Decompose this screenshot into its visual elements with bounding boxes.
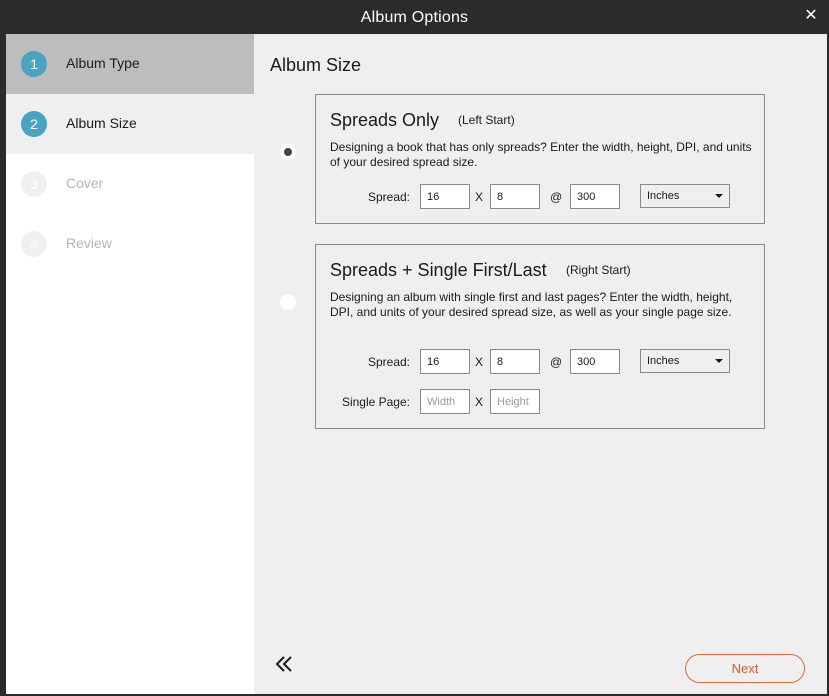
step-number: 3 [21, 171, 47, 197]
step-label: Cover [66, 175, 104, 191]
step-review: 4 Review [6, 214, 254, 274]
option-subtitle: (Left Start) [458, 113, 515, 127]
close-icon[interactable]: ✕ [803, 8, 819, 24]
spread-width-input[interactable] [420, 184, 470, 209]
spread-height-input[interactable] [490, 349, 540, 374]
step-number: 2 [21, 111, 47, 137]
steps-sidebar: 1 Album Type 2 Album Size 3 Cover 4 Revi… [6, 34, 254, 694]
spreads-only-radio[interactable] [280, 144, 296, 160]
step-label: Album Size [66, 115, 137, 131]
option-title: Spreads + Single First/Last [330, 260, 547, 280]
times-symbol: X [475, 355, 484, 369]
spread-width-input[interactable] [420, 349, 470, 374]
spread-label: Spread: [367, 355, 410, 369]
spreads-single-card: Spreads + Single First/Last (Right Start… [315, 244, 765, 429]
step-cover: 3 Cover [6, 154, 254, 214]
times-symbol: X [475, 190, 484, 204]
single-page-label: Single Page: [341, 395, 410, 409]
units-select[interactable]: Inches [640, 184, 730, 208]
times-symbol: X [475, 395, 484, 409]
units-select[interactable]: Inches [640, 349, 730, 373]
title-bar: Album Options ✕ [0, 0, 829, 34]
option-subtitle: (Right Start) [566, 263, 631, 277]
spread-dpi-input[interactable] [570, 349, 620, 374]
step-label: Review [66, 235, 112, 251]
option-description: Designing a book that has only spreads? … [330, 140, 752, 169]
step-album-type[interactable]: 1 Album Type [6, 34, 254, 94]
option-title: Spreads Only [330, 110, 440, 130]
page-title: Album Size [270, 55, 362, 75]
units-value: Inches [647, 355, 680, 367]
single-height-input[interactable] [490, 389, 540, 414]
next-button[interactable]: Next [685, 654, 805, 683]
caret-down-icon [715, 359, 723, 363]
units-value: Inches [647, 190, 680, 202]
dialog-title: Album Options [360, 9, 469, 26]
double-chevron-left-icon[interactable] [274, 654, 296, 674]
at-symbol: @ [550, 190, 563, 204]
single-width-input[interactable] [420, 389, 470, 414]
at-symbol: @ [550, 355, 563, 369]
step-number: 4 [21, 231, 47, 257]
spreads-only-card: Spreads Only (Left Start) Designing a bo… [315, 94, 765, 224]
step-album-size[interactable]: 2 Album Size [6, 94, 254, 154]
spread-dpi-input[interactable] [570, 184, 620, 209]
spread-height-input[interactable] [490, 184, 540, 209]
main-panel: Album Size Spreads Only (Left Start) Des… [254, 34, 827, 694]
step-label: Album Type [66, 55, 140, 71]
option-description: Designing an album with single first and… [330, 290, 733, 319]
spread-label: Spread: [367, 190, 410, 204]
spreads-single-radio[interactable] [280, 294, 296, 310]
step-number: 1 [21, 51, 47, 77]
album-options-dialog: Album Options ✕ 1 Album Type 2 Album Siz… [0, 0, 829, 696]
caret-down-icon [715, 194, 723, 198]
